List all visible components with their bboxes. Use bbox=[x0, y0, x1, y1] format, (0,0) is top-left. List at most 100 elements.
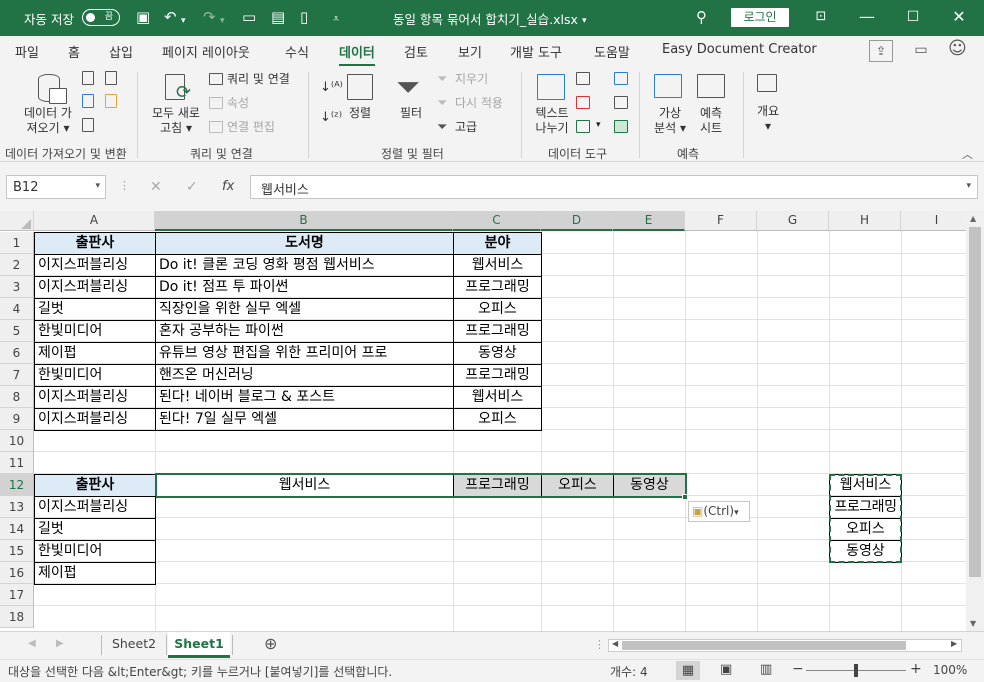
search-icon[interactable]: ⚲ bbox=[696, 8, 707, 26]
cell-b6[interactable]: 유튜브 영상 편집을 위한 프리미어 프로 bbox=[155, 342, 454, 365]
tab-insert[interactable]: 삽입 bbox=[109, 42, 133, 61]
filename-dropdown-icon[interactable]: ▾ bbox=[582, 12, 587, 30]
cell-c2[interactable]: 웹서비스 bbox=[453, 254, 542, 277]
refresh-all-button[interactable]: 모두 새로 고침 ▾ bbox=[150, 106, 202, 136]
zoom-level[interactable]: 100% bbox=[933, 663, 967, 677]
from-table-icon[interactable] bbox=[82, 118, 94, 132]
cell-a1[interactable]: 출판사 bbox=[34, 232, 156, 255]
cell-b7[interactable]: 핸즈온 머신러닝 bbox=[155, 364, 454, 387]
tab-page-layout[interactable]: 페이지 레이아웃 bbox=[162, 42, 250, 61]
cell-b3[interactable]: Do it! 점프 투 파이썬 bbox=[155, 276, 454, 299]
col-header-a[interactable]: A bbox=[34, 211, 155, 231]
sort-button[interactable]: 정렬 bbox=[349, 106, 371, 121]
cell-c1[interactable]: 분야 bbox=[453, 232, 542, 255]
cell-a7[interactable]: 한빛미디어 bbox=[34, 364, 156, 387]
relationships-icon[interactable] bbox=[614, 96, 628, 109]
data-model-icon[interactable] bbox=[614, 120, 628, 133]
name-box[interactable]: B12 ▾ bbox=[6, 175, 106, 199]
new-sheet-icon[interactable]: ▭ bbox=[242, 8, 256, 26]
cell-a12[interactable]: 출판사 bbox=[34, 474, 156, 497]
new-doc-icon[interactable]: ▯ bbox=[300, 8, 308, 26]
insert-function-icon[interactable]: fx bbox=[222, 179, 234, 194]
tab-easy-document-creator[interactable]: Easy Document Creator bbox=[662, 42, 817, 57]
add-sheet-icon[interactable]: ⊕ bbox=[264, 634, 277, 653]
tab-help[interactable]: 도움말 bbox=[594, 42, 630, 61]
queries-connections-button[interactable]: 쿼리 및 연결 bbox=[227, 72, 290, 87]
tab-review[interactable]: 검토 bbox=[404, 42, 428, 61]
row-header[interactable]: 2 bbox=[0, 254, 34, 276]
paste-options-button[interactable]: ▣(Ctrl)▾ bbox=[688, 501, 750, 522]
row-header[interactable]: 9 bbox=[0, 408, 34, 430]
properties-button[interactable]: 속성 bbox=[227, 96, 249, 111]
cell-a15[interactable]: 한빛미디어 bbox=[34, 540, 156, 563]
cell-b5[interactable]: 혼자 공부하는 파이썬 bbox=[155, 320, 454, 343]
sort-desc-icon[interactable]: ↓⁽ᶻ⁾ bbox=[320, 110, 342, 125]
data-validation-icon[interactable] bbox=[576, 120, 590, 133]
reapply-button[interactable]: 다시 적용 bbox=[455, 96, 503, 111]
close-icon[interactable]: ✕ bbox=[947, 6, 971, 30]
col-header-f[interactable]: F bbox=[685, 211, 757, 231]
scroll-left-icon[interactable]: ◀ bbox=[612, 639, 618, 648]
maximize-icon[interactable]: ☐ bbox=[901, 6, 925, 30]
from-text-icon[interactable] bbox=[82, 71, 94, 85]
advanced-button[interactable]: 고급 bbox=[455, 120, 477, 135]
sheet-tab-sheet1[interactable]: Sheet1 bbox=[168, 632, 230, 658]
form-icon[interactable]: ▤ bbox=[271, 8, 285, 26]
cell-b2[interactable]: Do it! 클론 코딩 영화 평점 웹서비스 bbox=[155, 254, 454, 277]
collapse-ribbon-icon[interactable]: ︿ bbox=[962, 146, 973, 162]
cell-a3[interactable]: 이지스퍼블리싱 bbox=[34, 276, 156, 299]
undo-icon[interactable]: ↶ bbox=[164, 8, 177, 26]
what-if-button[interactable]: 가상 분석 ▾ bbox=[650, 106, 690, 136]
scroll-up-icon[interactable]: ▲ bbox=[970, 214, 976, 223]
row-header[interactable]: 5 bbox=[0, 320, 34, 342]
cancel-icon[interactable]: ✕ bbox=[150, 179, 162, 195]
data-validation-dropdown-icon[interactable]: ▾ bbox=[596, 120, 601, 130]
feedback-smiley-icon[interactable]: ☺ bbox=[948, 38, 967, 59]
row-header[interactable]: 3 bbox=[0, 276, 34, 298]
row-header[interactable]: 16 bbox=[0, 562, 34, 584]
cell-c6[interactable]: 동영상 bbox=[453, 342, 542, 365]
ribbon-display-icon[interactable]: ⊡ bbox=[809, 6, 833, 30]
col-header-h[interactable]: H bbox=[829, 211, 901, 231]
zoom-out-icon[interactable]: − bbox=[792, 661, 804, 677]
cell-b4[interactable]: 직장인을 위한 실무 엑셀 bbox=[155, 298, 454, 321]
tab-view[interactable]: 보기 bbox=[458, 42, 482, 61]
autosave-toggle[interactable]: 끔 bbox=[82, 9, 120, 26]
row-header[interactable]: 15 bbox=[0, 540, 34, 562]
consolidate-icon[interactable] bbox=[614, 72, 628, 85]
cell-a13[interactable]: 이지스퍼블리싱 bbox=[34, 496, 156, 519]
edit-links-button[interactable]: 연결 편집 bbox=[227, 120, 275, 135]
row-header[interactable]: 11 bbox=[0, 452, 34, 474]
text-to-columns-button[interactable]: 텍스트 나누기 bbox=[534, 106, 570, 136]
prev-sheet-icon[interactable]: ◀ bbox=[28, 638, 36, 649]
redo-icon[interactable]: ↷ bbox=[203, 8, 216, 26]
flash-fill-icon[interactable] bbox=[576, 72, 590, 85]
page-break-view-icon[interactable]: ▥ bbox=[760, 662, 772, 677]
outline-button[interactable]: 개요 ▾ bbox=[755, 104, 781, 134]
row-header[interactable]: 17 bbox=[0, 584, 34, 606]
vertical-scrollbar[interactable]: ▲ ▼ bbox=[966, 211, 984, 631]
col-header-i[interactable]: I bbox=[901, 211, 966, 231]
login-button[interactable]: 로그인 bbox=[731, 8, 789, 27]
scroll-right-icon[interactable]: ▶ bbox=[951, 639, 957, 648]
row-header[interactable]: 4 bbox=[0, 298, 34, 320]
comments-icon[interactable]: ▭ bbox=[909, 40, 933, 62]
next-sheet-icon[interactable]: ▶ bbox=[56, 638, 64, 649]
row-header[interactable]: 6 bbox=[0, 342, 34, 364]
name-box-dropdown-icon[interactable]: ▾ bbox=[95, 181, 100, 191]
existing-connections-icon[interactable] bbox=[105, 94, 117, 108]
tab-data[interactable]: 데이터 bbox=[339, 42, 375, 67]
row-header[interactable]: 1 bbox=[0, 232, 34, 254]
select-all-corner[interactable] bbox=[0, 211, 34, 231]
row-header[interactable]: 14 bbox=[0, 518, 34, 540]
cell-a16[interactable]: 제이펍 bbox=[34, 562, 156, 585]
zoom-slider-thumb[interactable] bbox=[854, 664, 858, 677]
vertical-scroll-thumb[interactable] bbox=[969, 227, 981, 577]
filter-button[interactable]: 필터 bbox=[400, 106, 422, 121]
undo-dropdown-icon[interactable]: ▾ bbox=[181, 12, 186, 30]
spreadsheet-grid[interactable]: A B C D E F G H I 1 2 3 4 5 6 7 8 9 10 1… bbox=[0, 211, 966, 631]
cell-b8[interactable]: 된다! 네이버 블로그 & 포스트 bbox=[155, 386, 454, 409]
tab-home[interactable]: 홈 bbox=[68, 42, 80, 61]
cell-a2[interactable]: 이지스퍼블리싱 bbox=[34, 254, 156, 277]
cell-a4[interactable]: 길벗 bbox=[34, 298, 156, 321]
